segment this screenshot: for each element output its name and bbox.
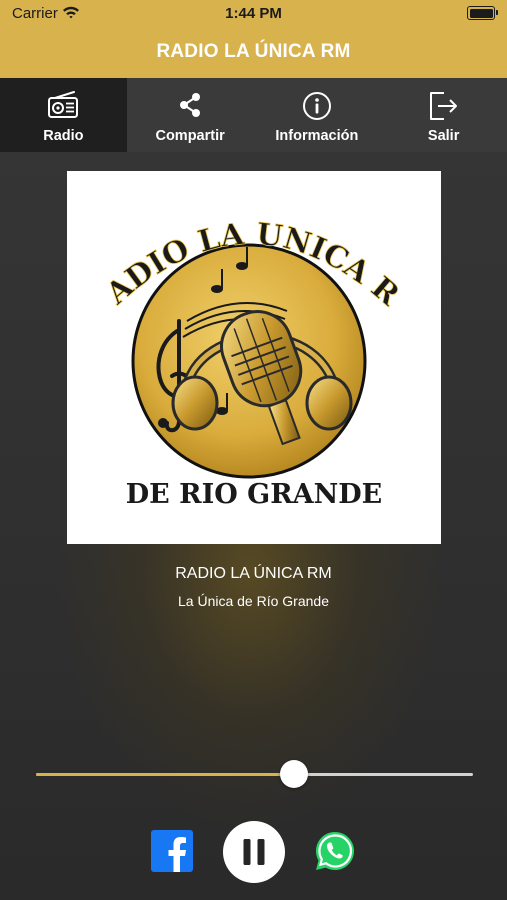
tab-bar: Radio Compartir Información Salir	[0, 78, 507, 152]
pause-icon	[243, 839, 265, 865]
logout-icon	[429, 92, 457, 120]
radio-icon	[48, 91, 79, 118]
tab-exit[interactable]: Salir	[380, 78, 507, 152]
tab-info-label: Información	[275, 128, 359, 144]
tab-share[interactable]: Compartir	[127, 78, 254, 152]
logo-bottom-text: DE RIO GRANDE	[126, 479, 383, 510]
tab-share-label: Compartir	[155, 128, 225, 144]
facebook-icon	[168, 837, 186, 872]
slider-thumb[interactable]	[279, 760, 308, 788]
tab-radio-label: Radio	[43, 128, 84, 144]
volume-slider[interactable]	[36, 760, 473, 788]
slider-fill	[36, 773, 294, 776]
status-bar: Carrier 1:44 PM	[0, 0, 507, 28]
station-logo: RADIO LA UNICA RM DE RIO GRANDE	[50, 144, 441, 544]
station-name: RADIO LA ÚNICA RM	[175, 565, 332, 582]
battery-icon	[467, 6, 498, 20]
station-slogan: La Única de Río Grande	[178, 593, 329, 609]
pause-button[interactable]	[223, 821, 285, 883]
facebook-button[interactable]	[151, 830, 193, 872]
tab-info[interactable]: Información	[254, 78, 381, 152]
clock: 1:44 PM	[225, 5, 282, 22]
whatsapp-button[interactable]	[314, 830, 356, 872]
info-icon	[302, 92, 331, 120]
tab-exit-label: Salir	[427, 128, 460, 144]
share-icon	[180, 93, 201, 117]
tab-radio[interactable]: Radio	[0, 78, 127, 152]
header-bar: Carrier 1:44 PM RADIO LA ÚNICA RM	[0, 0, 507, 78]
page-title: RADIO LA ÚNICA RM	[156, 41, 351, 62]
whatsapp-icon	[315, 831, 355, 870]
